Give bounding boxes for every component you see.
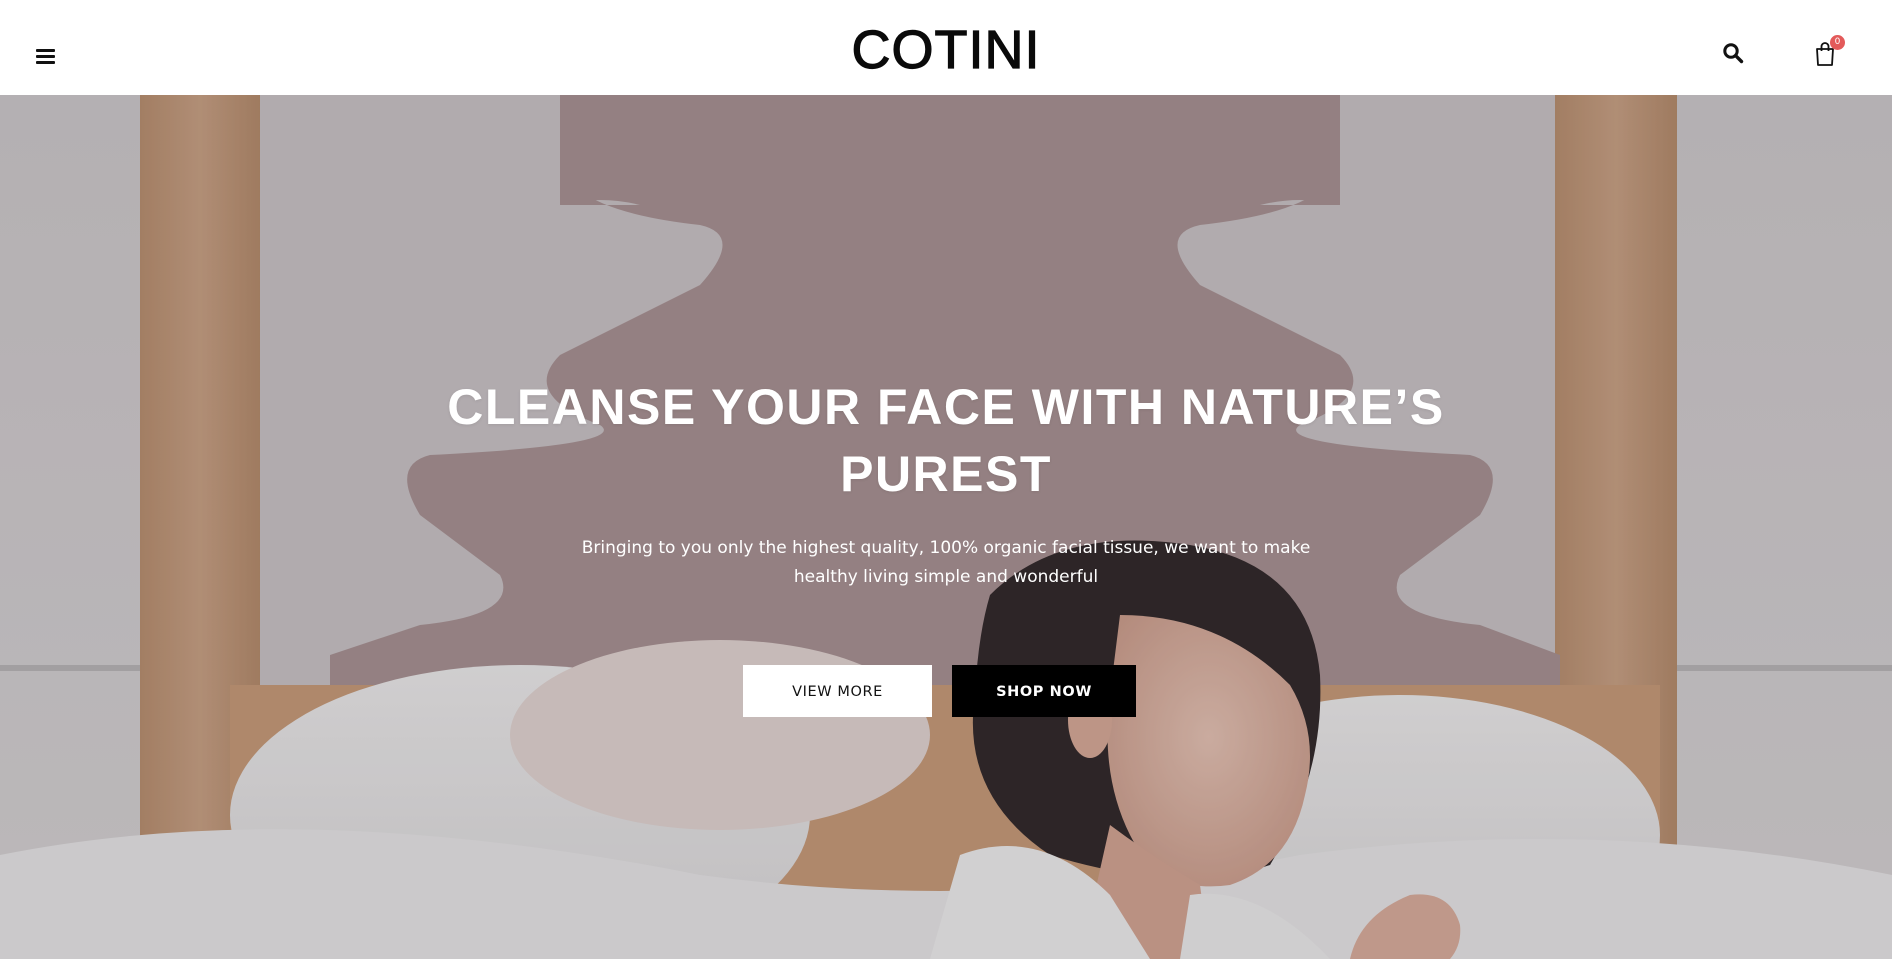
hero-title: CLEANSE YOUR FACE WITH NATURE’S PUREST <box>447 379 1445 502</box>
brand-logo-wrapper: COTINI <box>0 21 1892 78</box>
menu-icon-bar <box>36 61 55 64</box>
cart-count-badge: 0 <box>1830 35 1845 50</box>
brand-logo[interactable]: COTINI <box>848 21 1045 78</box>
search-icon <box>1723 43 1744 64</box>
search-button[interactable] <box>1722 42 1744 64</box>
hero-overlay <box>0 95 1892 959</box>
hero-section: CLEANSE YOUR FACE WITH NATURE’S PUREST B… <box>0 95 1892 959</box>
shop-now-button[interactable]: SHOP NOW <box>952 665 1136 717</box>
view-more-button[interactable]: VIEW MORE <box>743 665 932 717</box>
hero-subtitle: Bringing to you only the highest quality… <box>581 538 1311 587</box>
menu-button[interactable] <box>34 47 58 67</box>
hamburger-menu-icon <box>36 49 55 52</box>
menu-icon-bar <box>36 55 55 58</box>
cart-button[interactable]: 0 <box>1814 35 1845 66</box>
site-header: COTINI 0 <box>0 0 1892 95</box>
